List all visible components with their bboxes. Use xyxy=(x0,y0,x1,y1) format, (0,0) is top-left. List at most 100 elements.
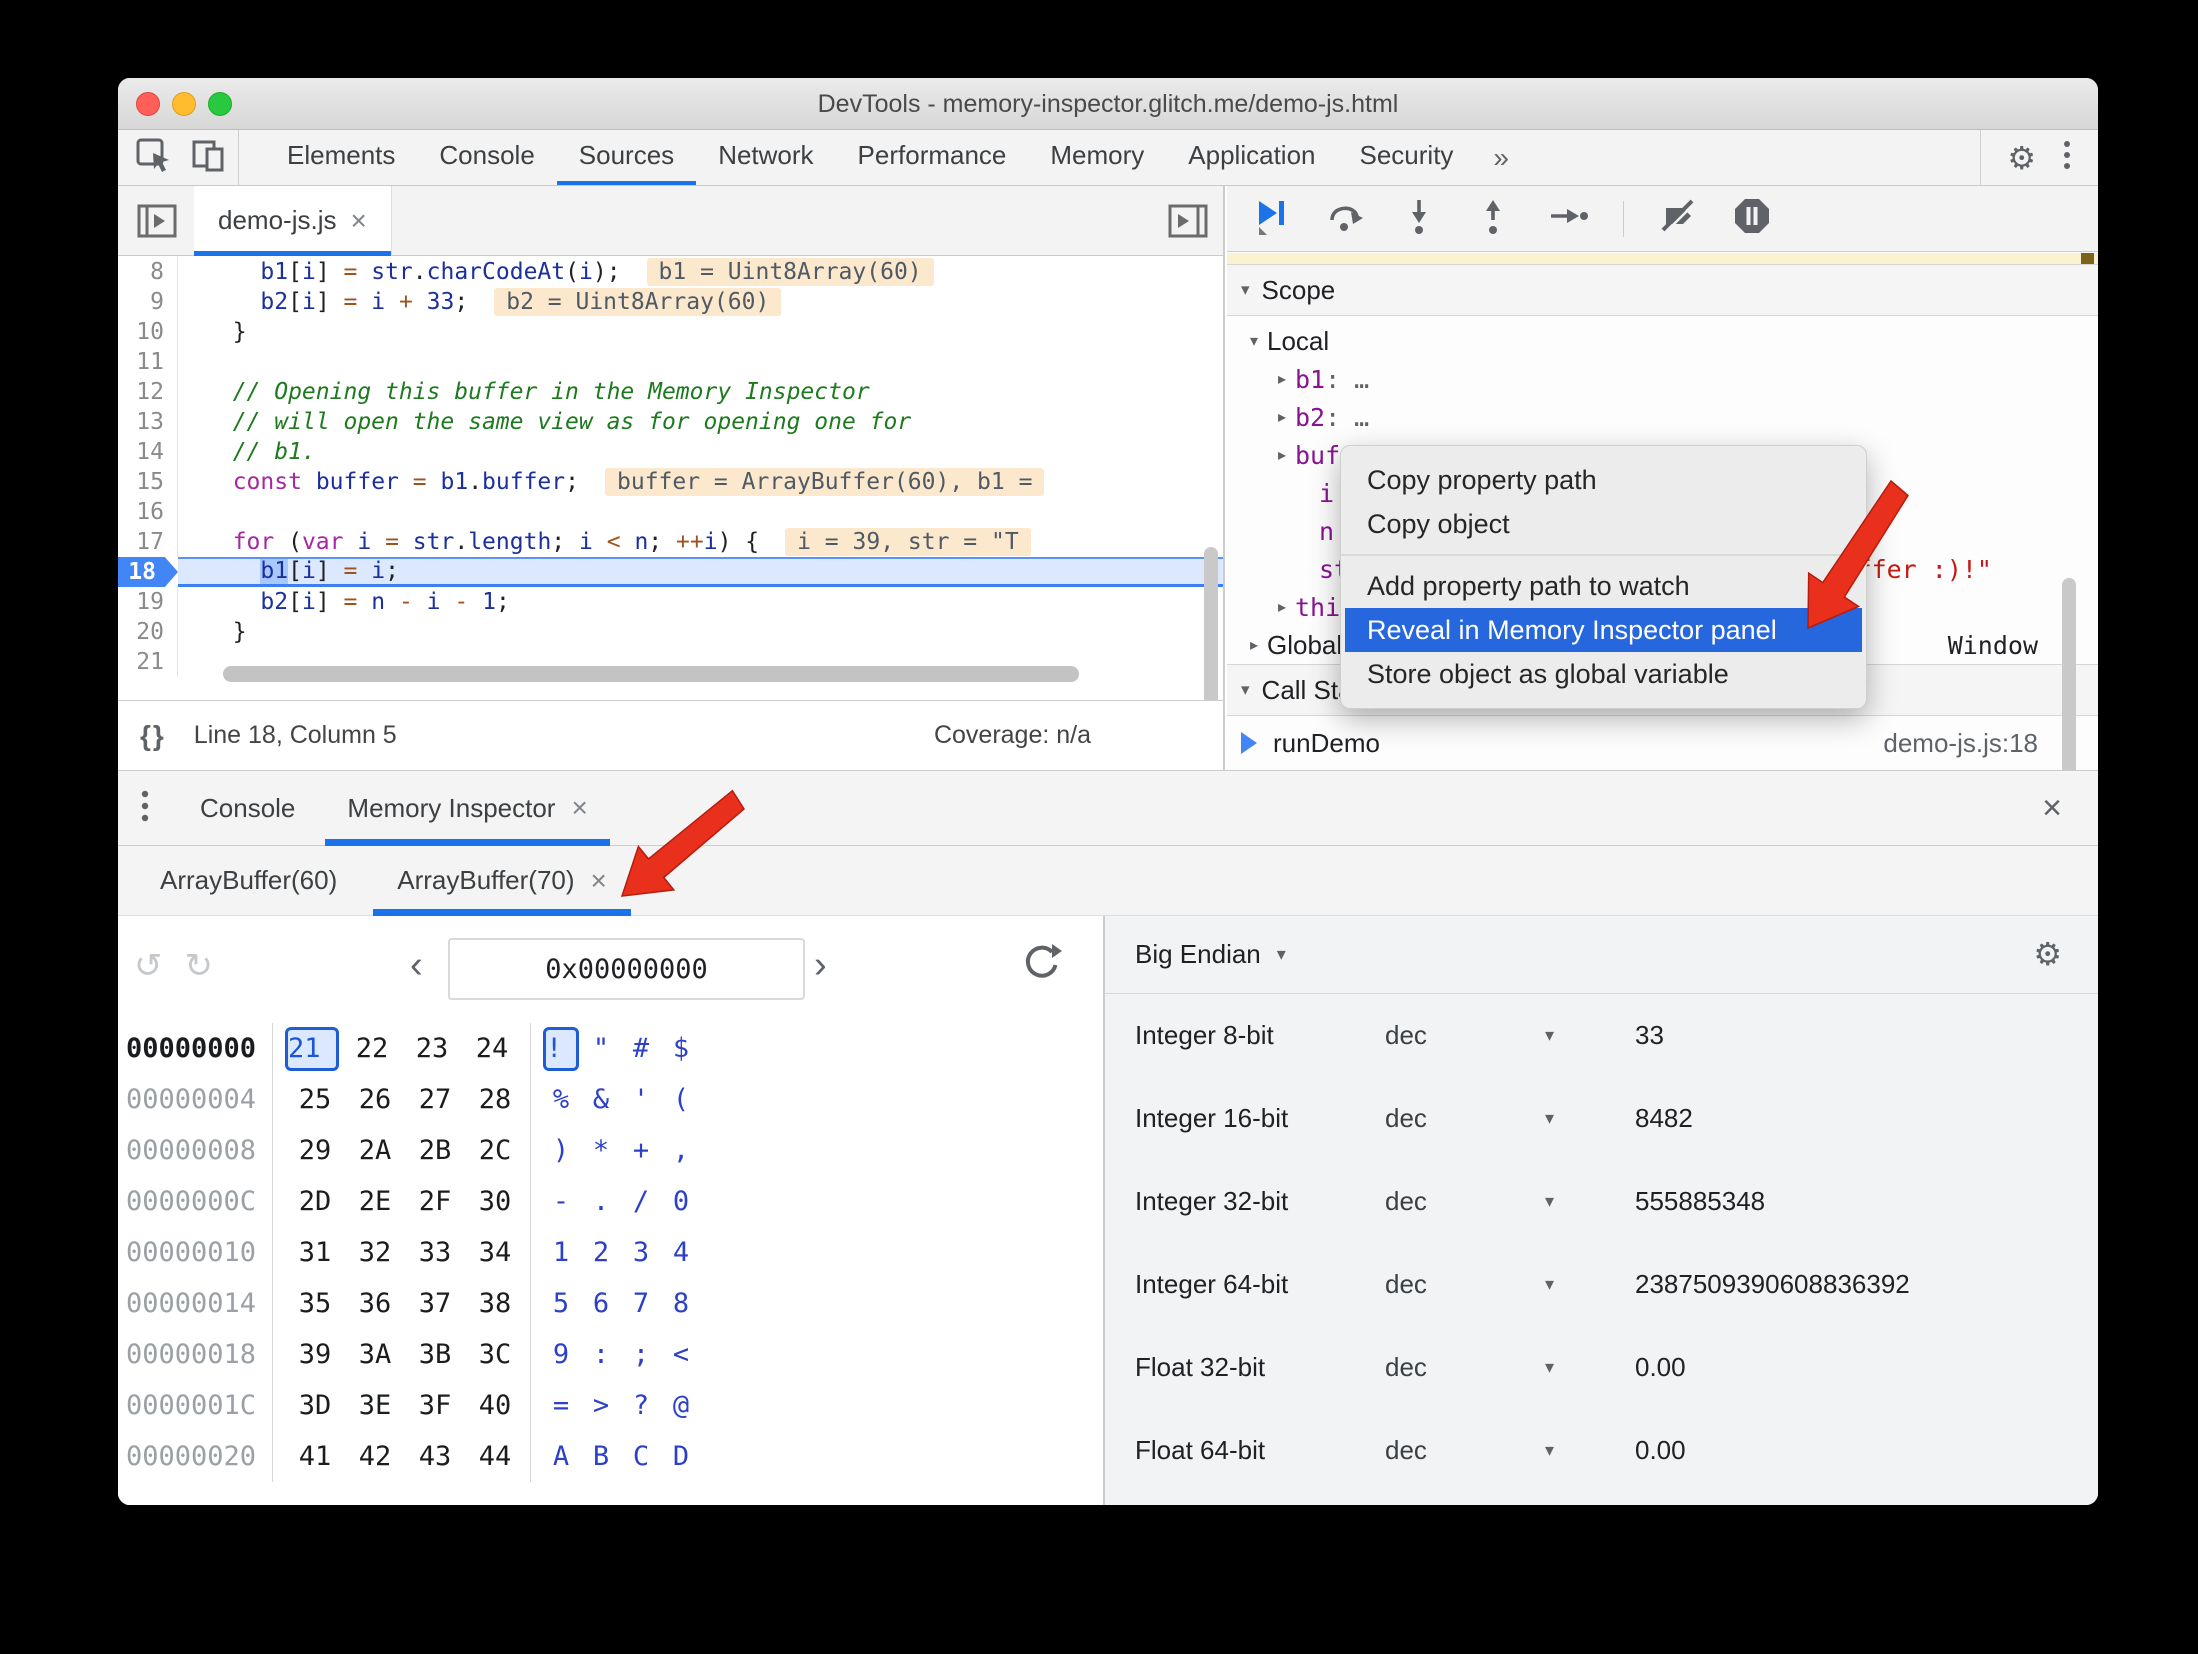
scope-section-header[interactable]: ▾ Scope xyxy=(1227,264,2098,316)
ascii-char[interactable]: : xyxy=(581,1339,621,1370)
hex-byte[interactable]: 3C xyxy=(465,1339,525,1370)
menu-item[interactable]: Reveal in Memory Inspector panel xyxy=(1345,608,1862,652)
hex-byte[interactable]: 2F xyxy=(405,1186,465,1217)
hex-byte[interactable]: 3B xyxy=(405,1339,465,1370)
hex-byte[interactable]: 36 xyxy=(345,1288,405,1319)
resume-script-icon[interactable] xyxy=(1251,195,1291,242)
selected-char[interactable]: ! xyxy=(543,1026,579,1071)
hex-byte[interactable]: 3D xyxy=(285,1390,345,1421)
ascii-char[interactable]: 8 xyxy=(661,1288,701,1319)
hex-byte[interactable]: 34 xyxy=(465,1237,525,1268)
ascii-char[interactable]: $ xyxy=(661,1033,701,1064)
inspect-element-icon[interactable] xyxy=(134,136,172,179)
endianness-select[interactable]: Big Endian xyxy=(1135,939,1261,970)
ascii-char[interactable]: # xyxy=(621,1033,661,1064)
scope-row-b1[interactable]: ▸ b1: … xyxy=(1227,360,2098,398)
menu-item[interactable]: Store object as global variable xyxy=(1341,652,1866,696)
ascii-char[interactable]: ' xyxy=(621,1084,661,1115)
code-editor[interactable]: 8 b1[i] = str. charCodeAt(i); b1 = Uint8Ar… xyxy=(118,257,1223,700)
expander-triangle-icon[interactable]: ▸ xyxy=(1269,369,1295,389)
hex-byte[interactable]: 2A xyxy=(345,1135,405,1166)
step-over-icon[interactable] xyxy=(1325,196,1365,241)
panel-tab-sources[interactable]: Sources xyxy=(556,130,697,185)
ascii-char[interactable]: 0 xyxy=(661,1186,701,1217)
value-settings-gear-icon[interactable]: ⚙ xyxy=(2033,938,2062,970)
refresh-icon[interactable] xyxy=(1020,942,1066,993)
ascii-char[interactable]: A xyxy=(541,1441,581,1472)
hex-byte[interactable]: 43 xyxy=(405,1441,465,1472)
chevron-down-icon[interactable]: ▾ xyxy=(1545,1274,1635,1295)
ascii-char[interactable]: , xyxy=(661,1135,701,1166)
selected-byte[interactable]: 21 xyxy=(285,1026,339,1071)
hex-byte[interactable]: 3F xyxy=(405,1390,465,1421)
value-format-select[interactable]: dec xyxy=(1385,1186,1545,1217)
hex-byte[interactable]: 25 xyxy=(285,1084,345,1115)
ascii-char[interactable]: " xyxy=(581,1033,621,1064)
hex-byte[interactable]: 37 xyxy=(405,1288,465,1319)
pretty-print-icon[interactable]: {} xyxy=(140,720,166,752)
line-number[interactable]: 15 xyxy=(118,467,178,497)
file-tab-demo-js[interactable]: demo-js.js × xyxy=(194,185,392,256)
line-number[interactable]: 20 xyxy=(118,617,178,647)
step-icon[interactable] xyxy=(1547,196,1589,241)
line-number[interactable]: 17 xyxy=(118,527,178,557)
ascii-char[interactable]: - xyxy=(541,1186,581,1217)
hex-byte[interactable]: 24 xyxy=(462,1033,522,1064)
panel-tab-application[interactable]: Application xyxy=(1166,130,1337,185)
line-number[interactable]: 19 xyxy=(118,587,178,617)
expander-triangle-icon[interactable]: ▸ xyxy=(1269,597,1295,617)
drawer-tab-console[interactable]: Console xyxy=(174,771,321,846)
ascii-char[interactable]: D xyxy=(661,1441,701,1472)
expander-triangle-icon[interactable]: ▾ xyxy=(1241,331,1267,351)
ascii-char[interactable]: @ xyxy=(661,1390,701,1421)
value-format-select[interactable]: dec xyxy=(1385,1269,1545,1300)
hex-byte[interactable]: 40 xyxy=(465,1390,525,1421)
hex-byte[interactable]: 39 xyxy=(285,1339,345,1370)
menu-item[interactable]: Copy object xyxy=(1341,502,1866,546)
panel-tab-network[interactable]: Network xyxy=(696,130,835,185)
scope-row-Local[interactable]: ▾ Local xyxy=(1227,322,2098,360)
next-page-icon[interactable]: › xyxy=(814,944,827,987)
hex-byte[interactable]: 29 xyxy=(285,1135,345,1166)
hex-byte[interactable]: 23 xyxy=(402,1033,462,1064)
line-number[interactable]: 13 xyxy=(118,407,178,437)
hex-byte[interactable]: 41 xyxy=(285,1441,345,1472)
ascii-char[interactable]: 7 xyxy=(621,1288,661,1319)
hex-byte[interactable]: 2C xyxy=(465,1135,525,1166)
menu-item[interactable]: Add property path to watch xyxy=(1341,564,1866,608)
expander-triangle-icon[interactable]: ▸ xyxy=(1269,445,1295,465)
chevron-down-icon[interactable]: ▾ xyxy=(1545,1440,1635,1461)
drawer-tab-memory-inspector[interactable]: Memory Inspector × xyxy=(321,771,613,846)
ascii-char[interactable]: < xyxy=(661,1339,701,1370)
ascii-char[interactable]: 3 xyxy=(621,1237,661,1268)
line-number[interactable]: 16 xyxy=(118,497,178,527)
settings-gear-icon[interactable]: ⚙ xyxy=(2007,142,2036,174)
previous-page-icon[interactable]: ‹ xyxy=(410,944,423,987)
hex-byte[interactable]: 33 xyxy=(405,1237,465,1268)
hex-byte[interactable]: 31 xyxy=(285,1237,345,1268)
chevron-down-icon[interactable]: ▾ xyxy=(1545,1108,1635,1129)
open-in-pane-icon[interactable] xyxy=(1165,199,1211,243)
hex-byte[interactable]: 35 xyxy=(285,1288,345,1319)
code-line[interactable]: 10 } xyxy=(118,317,1223,347)
code-line[interactable]: 20 } xyxy=(118,617,1223,647)
ascii-char[interactable]: ; xyxy=(621,1339,661,1370)
line-number[interactable]: 14 xyxy=(118,437,178,467)
ascii-char[interactable]: * xyxy=(581,1135,621,1166)
value-format-select[interactable]: dec xyxy=(1385,1020,1545,1051)
hex-byte[interactable]: 28 xyxy=(465,1084,525,1115)
horizontal-scrollbar[interactable] xyxy=(223,666,1079,682)
ascii-char[interactable]: = xyxy=(541,1390,581,1421)
hex-byte[interactable]: 2D xyxy=(285,1186,345,1217)
device-toolbar-icon[interactable] xyxy=(190,136,228,179)
panel-tab-console[interactable]: Console xyxy=(417,130,556,185)
undo-icon[interactable]: ↺ xyxy=(134,946,163,986)
buffer-tab-arraybuffer60[interactable]: ArrayBuffer(60) xyxy=(130,846,367,916)
menu-item[interactable]: Copy property path xyxy=(1341,458,1866,502)
step-out-icon[interactable] xyxy=(1473,196,1513,241)
chevron-down-icon[interactable]: ▾ xyxy=(1545,1191,1635,1212)
line-number[interactable]: 9 xyxy=(118,287,178,317)
ascii-char[interactable]: 2 xyxy=(581,1237,621,1268)
ascii-char[interactable]: 4 xyxy=(661,1237,701,1268)
ascii-char[interactable]: 5 xyxy=(541,1288,581,1319)
